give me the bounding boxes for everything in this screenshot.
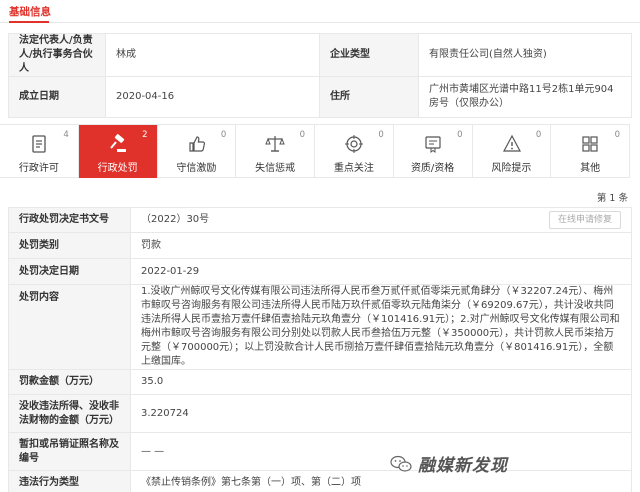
tab-label: 风险提示 bbox=[473, 159, 551, 174]
tab-label: 守信激励 bbox=[158, 159, 236, 174]
fine-label: 罚款金额（万元） bbox=[9, 370, 131, 395]
confiscate-label: 没收违法所得、没收非法财物的金额（万元） bbox=[9, 395, 131, 433]
tab-qualification[interactable]: 0 资质/资格 bbox=[394, 125, 473, 178]
target-icon bbox=[344, 134, 364, 154]
tab-label: 资质/资格 bbox=[394, 159, 472, 174]
suspend-value: — — bbox=[131, 433, 632, 471]
date-value: 2022-01-29 bbox=[131, 259, 632, 285]
scales-icon bbox=[265, 134, 285, 154]
record-index: 第 1 条 bbox=[597, 190, 628, 204]
apply-repair-button[interactable]: 在线申请修复 bbox=[549, 211, 621, 229]
gavel-icon bbox=[108, 134, 128, 154]
tab-credit-reward[interactable]: 0 守信激励 bbox=[158, 125, 237, 178]
tab-count: 0 bbox=[221, 130, 226, 140]
tab-credit-punish[interactable]: 0 失信惩戒 bbox=[236, 125, 315, 178]
address-value: 广州市黄埔区光谱中路11号2栋1单元904房号（仅限办公） bbox=[419, 77, 632, 118]
section-title: 基础信息 bbox=[9, 4, 51, 19]
thumbs-up-icon bbox=[187, 134, 207, 154]
tab-admin-penalty[interactable]: 2 行政处罚 bbox=[79, 125, 158, 178]
content-value: 1.没收广州鲸叹号文化传媒有限公司违法所得人民币叁万贰仟贰佰零柒元贰角肆分（￥3… bbox=[131, 285, 632, 370]
legal-rep-label: 法定代表人/负责人/执行事务合伙人 bbox=[9, 34, 106, 77]
tab-count: 0 bbox=[300, 130, 305, 140]
tab-count: 0 bbox=[457, 130, 462, 140]
certificate-icon bbox=[423, 134, 443, 154]
watermark-text: 融媒新发现 bbox=[418, 451, 508, 476]
tab-count: 4 bbox=[63, 130, 68, 140]
tab-others[interactable]: 0 其他 bbox=[551, 125, 630, 178]
doc-no-label: 行政处罚决定书文号 bbox=[9, 208, 131, 233]
document-icon bbox=[29, 134, 49, 154]
doc-no-value: （2022）30号 bbox=[141, 213, 209, 227]
category-tabs: 4 行政许可 2 行政处罚 0 守信激励 0 失信惩戒 0 重点关注 0 资质/… bbox=[0, 124, 630, 178]
legal-rep-value: 林成 bbox=[106, 34, 320, 77]
tab-label: 重点关注 bbox=[315, 159, 393, 174]
penalty-detail-table: 行政处罚决定书文号 （2022）30号 在线申请修复 处罚类别 罚款 处罚决定日… bbox=[8, 207, 632, 492]
suspend-label: 暂扣或吊销证照名称及编号 bbox=[9, 433, 131, 471]
address-label: 住所 bbox=[320, 77, 419, 118]
section-divider bbox=[0, 22, 640, 23]
tab-key-focus[interactable]: 0 重点关注 bbox=[315, 125, 394, 178]
tab-count: 0 bbox=[536, 130, 541, 140]
warning-icon bbox=[502, 134, 522, 154]
tab-count: 2 bbox=[142, 130, 147, 140]
confiscate-value: 3.220724 bbox=[131, 395, 632, 433]
violation-label: 违法行为类型 bbox=[9, 471, 131, 492]
tab-label: 行政许可 bbox=[0, 159, 78, 174]
founded-value: 2020-04-16 bbox=[106, 77, 320, 118]
grid-icon bbox=[580, 134, 600, 154]
tab-label: 失信惩戒 bbox=[236, 159, 314, 174]
company-type-label: 企业类型 bbox=[320, 34, 419, 77]
tab-label: 其他 bbox=[551, 159, 629, 174]
category-value: 罚款 bbox=[131, 233, 632, 259]
tab-count: 0 bbox=[615, 130, 620, 140]
tab-count: 0 bbox=[378, 130, 383, 140]
watermark: 融媒新发现 bbox=[390, 451, 508, 476]
category-label: 处罚类别 bbox=[9, 233, 131, 259]
fine-value: 35.0 bbox=[131, 370, 632, 395]
tab-risk-warning[interactable]: 0 风险提示 bbox=[473, 125, 552, 178]
founded-label: 成立日期 bbox=[9, 77, 106, 118]
basic-info-table: 法定代表人/负责人/执行事务合伙人 林成 企业类型 有限责任公司(自然人独资) … bbox=[8, 33, 632, 118]
violation-value: 《禁止传销条例》第七条第（一）项、第（二）项 bbox=[131, 471, 632, 492]
company-type-value: 有限责任公司(自然人独资) bbox=[419, 34, 632, 77]
tab-admin-license[interactable]: 4 行政许可 bbox=[0, 125, 79, 178]
date-label: 处罚决定日期 bbox=[9, 259, 131, 285]
section-title-underline bbox=[9, 21, 49, 23]
content-label: 处罚内容 bbox=[9, 285, 131, 370]
wechat-icon bbox=[390, 455, 412, 473]
tab-label: 行政处罚 bbox=[79, 159, 157, 174]
